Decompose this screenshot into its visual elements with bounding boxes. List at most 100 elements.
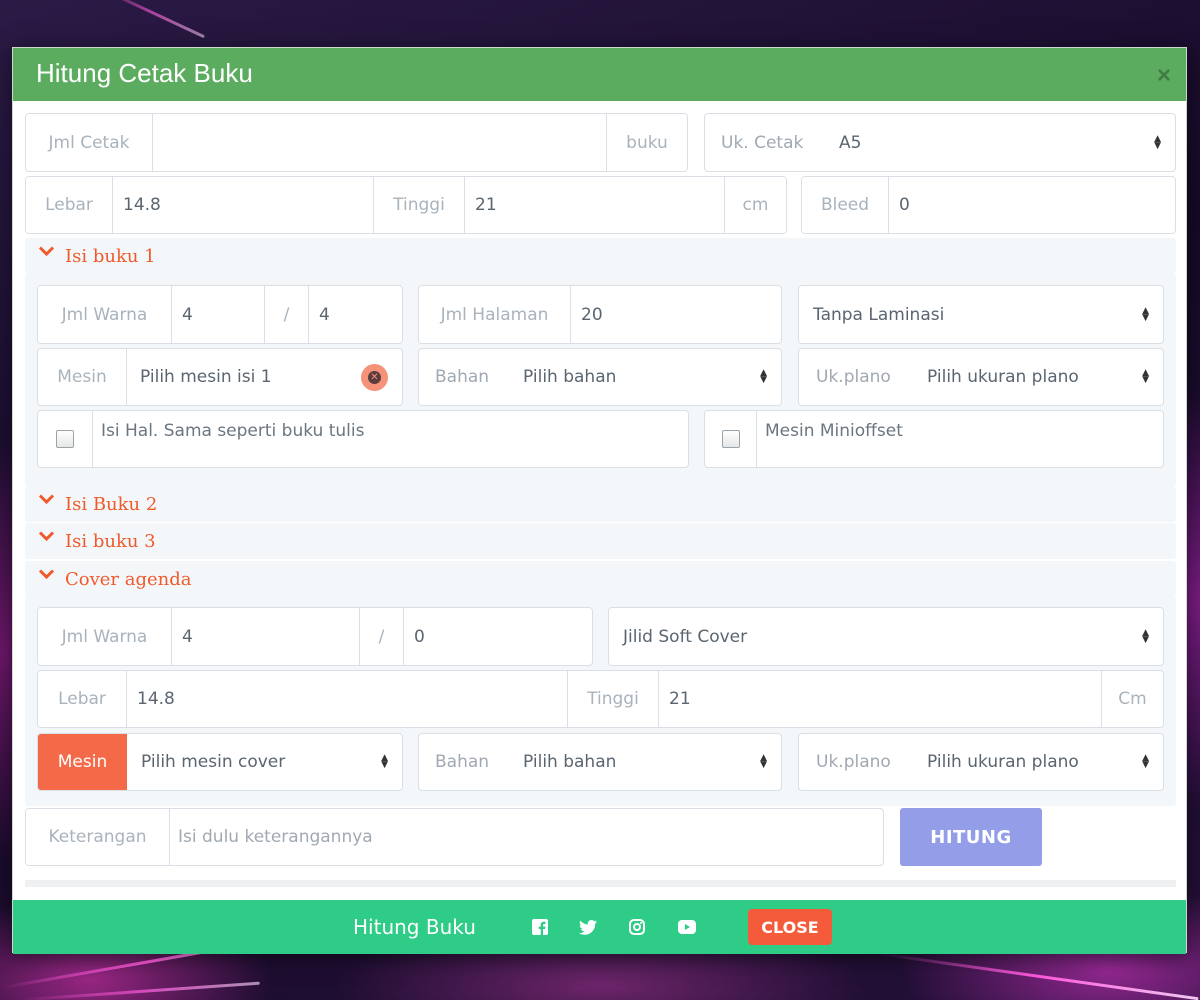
light-streak	[94, 0, 206, 39]
jml-halaman-input[interactable]: 20	[571, 286, 781, 343]
cover-warna-belakang-input[interactable]: 0	[404, 608, 592, 665]
select-arrows-icon: ▲ ▼	[1142, 368, 1149, 385]
minioffset-label: Mesin Minioffset	[765, 421, 903, 441]
section-title: Cover agenda	[65, 568, 192, 590]
chevron-down-icon	[39, 568, 54, 584]
cover-tinggi-unit: Cm	[1101, 671, 1163, 727]
bahan-isi-select[interactable]: Bahan Pilih bahan ▲ ▼	[418, 348, 782, 406]
facebook-icon[interactable]	[531, 918, 549, 936]
modal-header: Hitung Cetak Buku ×	[13, 48, 1186, 101]
mesin-isi-group: Mesin Pilih mesin isi 1 ✕	[37, 348, 403, 406]
jml-halaman-group: Jml Halaman 20	[418, 285, 782, 344]
cover-warna-separator: /	[360, 608, 404, 665]
minioffset-option: Mesin Minioffset	[704, 410, 1164, 468]
jilid-value-wrap[interactable]: Jilid Soft Cover ▲ ▼	[609, 608, 1163, 665]
jilid-select[interactable]: Jilid Soft Cover ▲ ▼	[608, 607, 1164, 666]
uk-cetak-value-wrap[interactable]: A5 ▲ ▼	[835, 114, 1175, 171]
laminasi-select[interactable]: Tanpa Laminasi ▲ ▼	[798, 285, 1164, 344]
jml-warna-label: Jml Warna	[38, 286, 172, 343]
youtube-icon[interactable]	[678, 918, 696, 936]
buku-tulis-checkbox[interactable]	[56, 430, 74, 448]
bahan-label: Bahan	[435, 367, 490, 387]
twitter-icon[interactable]	[579, 918, 597, 936]
ukuran-group: Lebar 14.8 Tinggi 21 cm	[25, 176, 787, 234]
cover-warna-depan-input[interactable]: 4	[172, 608, 360, 665]
ukplano-isi-select[interactable]: Uk.plano Pilih ukuran plano ▲ ▼	[798, 348, 1164, 406]
jml-cetak-label: Jml Cetak	[26, 114, 153, 171]
cover-ukuran-group: Lebar 14.8 Tinggi 21 Cm	[37, 670, 1164, 728]
light-streak	[20, 981, 260, 1000]
cover-jml-warna-label: Jml Warna	[38, 608, 172, 665]
divider	[25, 880, 1176, 887]
ukplano-value-wrap[interactable]: Pilih ukuran plano ▲ ▼	[927, 349, 1163, 405]
keterangan-label: Keterangan	[26, 809, 170, 865]
clear-selection-icon[interactable]: ✕	[361, 363, 388, 391]
jilid-value: Jilid Soft Cover	[623, 626, 748, 647]
cover-tinggi-label: Tinggi	[568, 671, 659, 727]
bleed-input[interactable]: 0	[889, 177, 1175, 233]
close-x-icon[interactable]: ×	[1157, 62, 1171, 90]
ukplano-cover-select[interactable]: Uk.plano Pilih ukuran plano ▲ ▼	[798, 733, 1164, 791]
hitung-cetak-modal: Hitung Cetak Buku × Jml Cetak buku Uk. C…	[12, 47, 1187, 954]
select-arrows-icon: ▲ ▼	[1154, 133, 1161, 151]
mesin-label: Mesin	[38, 349, 127, 405]
mesin-cover-value: Pilih mesin cover	[141, 752, 286, 772]
select-arrows-icon: ▲ ▼	[1142, 305, 1149, 323]
uk-cetak-select[interactable]: Uk. Cetak A5 ▲ ▼	[704, 113, 1176, 172]
section-isi-buku-3[interactable]: Isi buku 3	[25, 523, 1176, 559]
section-isi-buku-1[interactable]: Isi buku 1	[25, 238, 1176, 274]
ukplano-label: Uk.plano	[816, 367, 891, 387]
instagram-icon[interactable]	[628, 918, 646, 936]
minioffset-checkbox-cell	[705, 411, 757, 467]
mesin-cover-value-wrap[interactable]: Pilih mesin cover ▲ ▼	[127, 734, 402, 790]
bleed-group: Bleed 0	[801, 176, 1176, 234]
chevron-down-icon	[39, 493, 54, 509]
jml-cetak-input[interactable]	[153, 114, 606, 171]
close-button[interactable]: CLOSE	[748, 909, 832, 945]
lebar-input[interactable]: 14.8	[113, 177, 374, 233]
cover-ukplano-value: Pilih ukuran plano	[927, 752, 1079, 772]
cover-bahan-value-wrap[interactable]: Pilih bahan ▲ ▼	[523, 734, 781, 790]
light-streak	[881, 952, 1199, 1000]
section-title: Isi Buku 2	[65, 493, 158, 515]
cover-bahan-value: Pilih bahan	[523, 752, 617, 772]
select-arrows-icon: ▲ ▼	[1142, 753, 1149, 770]
jml-cetak-unit: buku	[606, 114, 687, 171]
ukplano-value: Pilih ukuran plano	[927, 367, 1079, 387]
cover-lebar-input[interactable]: 14.8	[127, 671, 568, 727]
select-arrows-icon: ▲ ▼	[760, 753, 767, 770]
select-arrows-icon: ▲ ▼	[1142, 627, 1149, 645]
bleed-label: Bleed	[802, 177, 889, 233]
bahan-value: Pilih bahan	[523, 367, 617, 387]
footer-title: Hitung Buku	[353, 915, 476, 939]
minioffset-checkbox[interactable]	[721, 430, 740, 448]
buku-tulis-label: Isi Hal. Sama seperti buku tulis	[101, 421, 365, 441]
laminasi-value-wrap[interactable]: Tanpa Laminasi ▲ ▼	[799, 286, 1163, 343]
cover-ukplano-value-wrap[interactable]: Pilih ukuran plano ▲ ▼	[927, 734, 1163, 790]
keterangan-input[interactable]: Isi dulu keterangannya	[170, 809, 883, 865]
hitung-button[interactable]: HITUNG	[900, 808, 1042, 866]
modal-title: Hitung Cetak Buku	[36, 58, 253, 88]
jml-warna-group: Jml Warna 4 / 4	[37, 285, 403, 344]
warna-belakang-input[interactable]: 4	[309, 286, 402, 343]
cover-tinggi-input[interactable]: 21	[659, 671, 1101, 727]
buku-tulis-option: Isi Hal. Sama seperti buku tulis	[37, 410, 689, 468]
mesin-cover-select[interactable]: Mesin Pilih mesin cover ▲ ▼	[37, 733, 403, 791]
bahan-cover-select[interactable]: Bahan Pilih bahan ▲ ▼	[418, 733, 782, 791]
jml-cetak-group: Jml Cetak buku	[25, 113, 688, 172]
select-arrows-icon: ▲ ▼	[760, 368, 767, 385]
modal-footer: Hitung Buku CLOSE	[13, 900, 1186, 954]
uk-cetak-label: Uk. Cetak	[721, 132, 804, 153]
mesin-isi-select[interactable]: Pilih mesin isi 1	[127, 349, 361, 405]
laminasi-value: Tanpa Laminasi	[813, 304, 945, 325]
warna-depan-input[interactable]: 4	[172, 286, 265, 343]
mesin-cover-label: Mesin	[38, 734, 127, 790]
section-title: Isi buku 3	[65, 530, 156, 552]
select-arrows-icon: ▲ ▼	[381, 753, 388, 770]
section-isi-buku-2[interactable]: Isi Buku 2	[25, 486, 1176, 522]
tinggi-input[interactable]: 21	[465, 177, 724, 233]
keterangan-group: Keterangan Isi dulu keterangannya	[25, 808, 884, 866]
bahan-value-wrap[interactable]: Pilih bahan ▲ ▼	[523, 349, 781, 405]
section-cover-agenda[interactable]: Cover agenda	[25, 561, 1176, 597]
cover-jml-warna-group: Jml Warna 4 / 0	[37, 607, 593, 666]
